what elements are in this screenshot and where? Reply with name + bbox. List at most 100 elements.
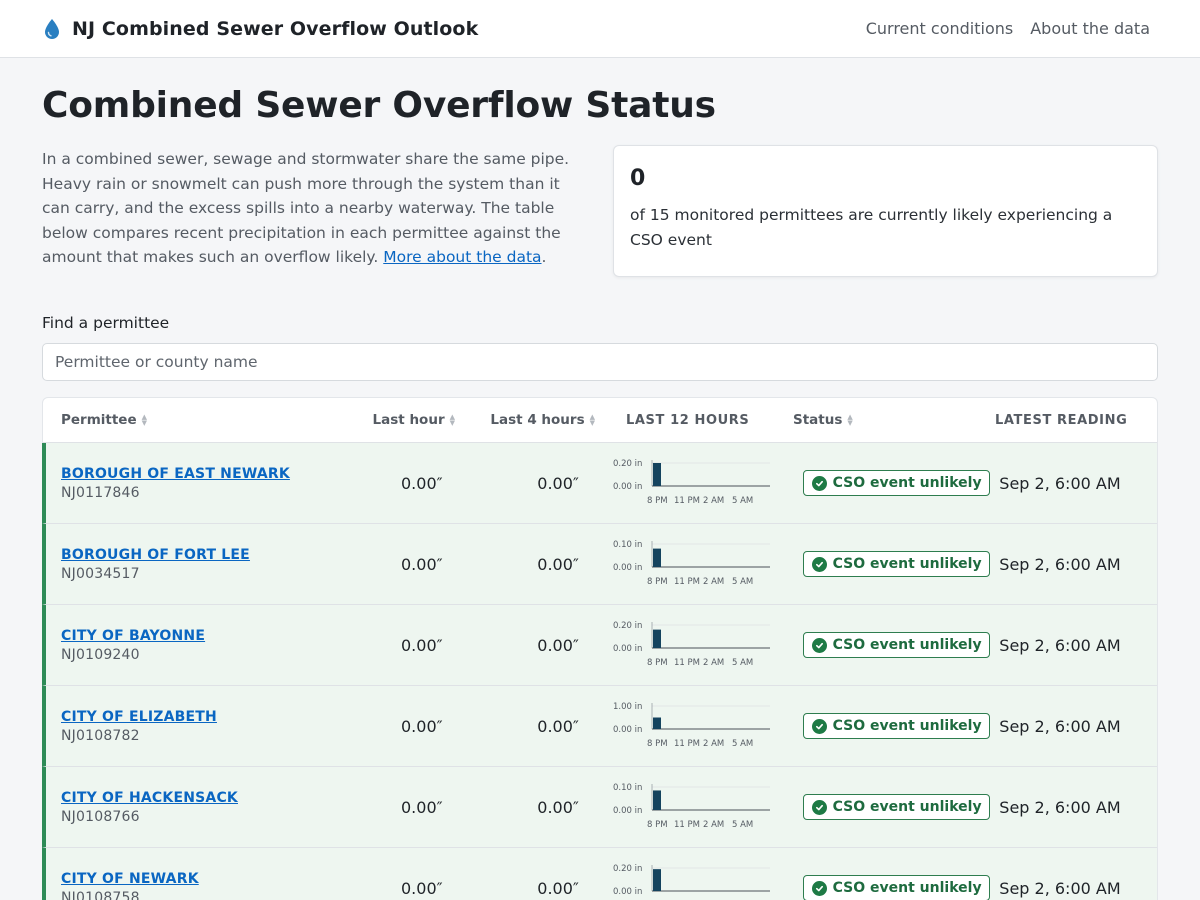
col-header-last-12-hours: Last 12 hours <box>595 413 793 428</box>
sparkline-cell: 1.00 in 0.00 in 8 PM 11 PM 2 AM 5 AM <box>579 698 803 754</box>
permittee-name-link[interactable]: CITY OF BAYONNE <box>61 628 205 644</box>
search-label: Find a permittee <box>42 314 170 332</box>
table-row: CITY OF BAYONNE NJ0109240 0.00″ 0.00″ 0.20 i… <box>42 605 1157 686</box>
permit-id: NJ0109240 <box>61 646 140 663</box>
spark-x-tick-label: 11 PM <box>674 820 700 830</box>
table-row: CITY OF ELIZABETH NJ0108782 0.00″ 0.00″ 1.00… <box>42 686 1157 767</box>
status-cell: CSO event unlikely <box>802 470 1000 496</box>
spark-bar <box>652 869 661 891</box>
spark-x-tick-label: 5 AM <box>732 577 753 587</box>
spark-x-tick-label: 11 PM <box>674 496 700 506</box>
spark-x-tick-label: 8 PM <box>647 820 668 830</box>
spark-bar <box>652 548 661 567</box>
permittee-table: Permittee ▲ ▼ Last hour ▲ ▼ Last 4 hours ▲… <box>42 397 1158 900</box>
permittee-cell: CITY OF NEWARK NJ0108758 <box>46 871 349 900</box>
permit-id: NJ0108782 <box>61 727 140 744</box>
sparkline-cell: 0.20 in 0.00 in 8 PM 11 PM2 AM 5 AM <box>579 455 803 511</box>
site-title: NJ Combined Sewer Overflow Outlook <box>72 17 479 40</box>
intro-paragraph: In a combined sewer, sewage and stormwat… <box>42 147 582 277</box>
status-cell: CSO event unlikely <box>802 875 1000 900</box>
permittee-cell: CITY OF ELIZABETH NJ0108782 <box>46 709 349 744</box>
spark-top-label: 0.20 in <box>613 864 642 874</box>
spark-x-tick-label: 5 AM <box>732 820 753 830</box>
summary-text: of 15 monitored permittees are currently… <box>630 206 1113 249</box>
intro-end: . <box>541 248 547 267</box>
permittee-name-link[interactable]: BOROUGH OF EAST NEWARK <box>61 466 290 482</box>
status-badge: CSO event unlikely <box>802 632 990 658</box>
latest-reading-value: Sep 2, 6:00 AM <box>999 716 1121 736</box>
status-text: CSO event unlikely <box>832 718 982 734</box>
spark-bar <box>652 717 661 729</box>
status-text: CSO event unlikely <box>832 556 982 572</box>
precip-sparkline: 0.20 in0.00 in8 PM11 PM2 AM5 AM <box>613 864 770 897</box>
last-4-hours-value: 0.00″ <box>537 635 579 655</box>
spark-x-tick-label: 2 AM <box>703 577 724 587</box>
check-circle-icon <box>811 475 827 491</box>
spark-zero-label: 0.00 in <box>613 806 642 816</box>
last-hour-value: 0.00″ <box>401 797 443 817</box>
table-row: CITY OF NEWARK NJ0108758 0.00″ 0.00″ 0.20 in… <box>42 848 1157 900</box>
last-4-hours-value: 0.00″ <box>537 473 579 493</box>
nav-current-conditions[interactable]: Current conditions <box>866 19 1014 38</box>
col-header-status[interactable]: Status ▲ ▼ <box>793 412 995 428</box>
permittee-name-link[interactable]: BOROUGH OF FORT LEE <box>61 547 250 563</box>
sparkline-cell: 0.10 in 0.00 in 8 PM 11 PM 2 AM 5 AM <box>579 779 803 835</box>
more-about-data-link[interactable]: More about the data <box>383 248 541 266</box>
spark-zero-label: 0.00 in <box>613 887 642 897</box>
status-text: CSO event unlikely <box>832 880 982 896</box>
spark-x-tick-label: 11 PM <box>674 658 700 668</box>
status-cell: CSO event unlikely <box>802 551 1000 577</box>
permittee-name-link[interactable]: CITY OF HACKENSACK <box>61 790 238 806</box>
spark-x-tick-label: 8 PM <box>647 496 668 506</box>
permittee-search-input[interactable] <box>42 343 1158 381</box>
brand[interactable]: NJ Combined Sewer Overflow Outlook <box>42 18 478 40</box>
col-header-last-hour[interactable]: Last hour ▲ ▼ <box>353 412 455 428</box>
check-circle-icon <box>811 799 827 815</box>
last-hour-value: 0.00″ <box>401 878 443 898</box>
status-text: CSO event unlikely <box>832 799 982 815</box>
spark-bar <box>652 463 661 486</box>
spark-x-tick-label: 8 PM <box>647 577 668 587</box>
check-circle-icon <box>811 718 827 734</box>
spark-zero-label: 0.00 in <box>613 725 642 735</box>
col-label-permittee: Permittee <box>61 412 137 428</box>
status-badge: CSO event unlikely <box>802 875 990 900</box>
page-title: Combined Sewer Overflow Status <box>42 85 716 126</box>
permittee-cell: CITY OF HACKENSACK NJ0108766 <box>46 790 349 825</box>
precip-sparkline: 0.20 in0.00 in8 PM11 PM2 AM5 AM <box>613 621 770 668</box>
table-row: BOROUGH OF FORT LEE NJ0034517 0.00″ 0.00″ 0.… <box>42 524 1157 605</box>
status-cell: CSO event unlikely <box>802 794 1000 820</box>
spark-x-tick-label: 2 AM <box>703 658 724 668</box>
permit-id: NJ0108766 <box>61 808 140 825</box>
status-badge: CSO event unlikely <box>802 551 990 577</box>
last-hour-value: 0.00″ <box>401 473 443 493</box>
permittee-name-link[interactable]: CITY OF NEWARK <box>61 871 199 887</box>
spark-bar <box>652 629 661 648</box>
spark-zero-label: 0.00 in <box>613 482 642 492</box>
permittee-cell: CITY OF BAYONNE NJ0109240 <box>46 628 349 663</box>
latest-reading-value: Sep 2, 6:00 AM <box>999 797 1121 817</box>
table-row: BOROUGH OF EAST NEWARK NJ0117846 0.00″ 0.00… <box>42 443 1157 524</box>
col-header-permittee[interactable]: Permittee ▲ ▼ <box>43 412 353 428</box>
table-row: CITY OF HACKENSACK NJ0108766 0.00″ 0.00″ 0.1… <box>42 767 1157 848</box>
summary-card: 0 of 15 monitored permittees are current… <box>613 145 1158 277</box>
top-navbar: NJ Combined Sewer Overflow Outlook Curre… <box>0 0 1200 58</box>
last-4-hours-value: 0.00″ <box>537 716 579 736</box>
permittee-name-link[interactable]: CITY OF ELIZABETH <box>61 709 217 725</box>
col-label-latest-reading: Latest reading <box>995 412 1128 428</box>
last-hour-value: 0.00″ <box>401 635 443 655</box>
permittee-cell: BOROUGH OF EAST NEWARK NJ0117846 <box>46 466 349 501</box>
spark-x-tick-label: 2 AM <box>703 820 724 830</box>
precip-sparkline: 0.20 in0.00 in8 PM11 PM2 AM5 AM <box>613 459 770 506</box>
spark-x-tick-label: 8 PM <box>647 658 668 668</box>
latest-reading-value: Sep 2, 6:00 AM <box>999 878 1121 898</box>
check-circle-icon <box>811 556 827 572</box>
spark-x-tick-label: 5 AM <box>732 739 753 749</box>
status-cell: CSO event unlikely <box>802 713 1000 739</box>
last-4-hours-value: 0.00″ <box>537 878 579 898</box>
col-header-last-4-hours[interactable]: Last 4 hours ▲ ▼ <box>455 412 595 428</box>
summary-count: 0 <box>630 166 646 191</box>
nav-about-the-data[interactable]: About the data <box>1030 19 1150 38</box>
status-badge: CSO event unlikely <box>802 470 990 496</box>
spark-top-label: 0.10 in <box>613 783 642 793</box>
